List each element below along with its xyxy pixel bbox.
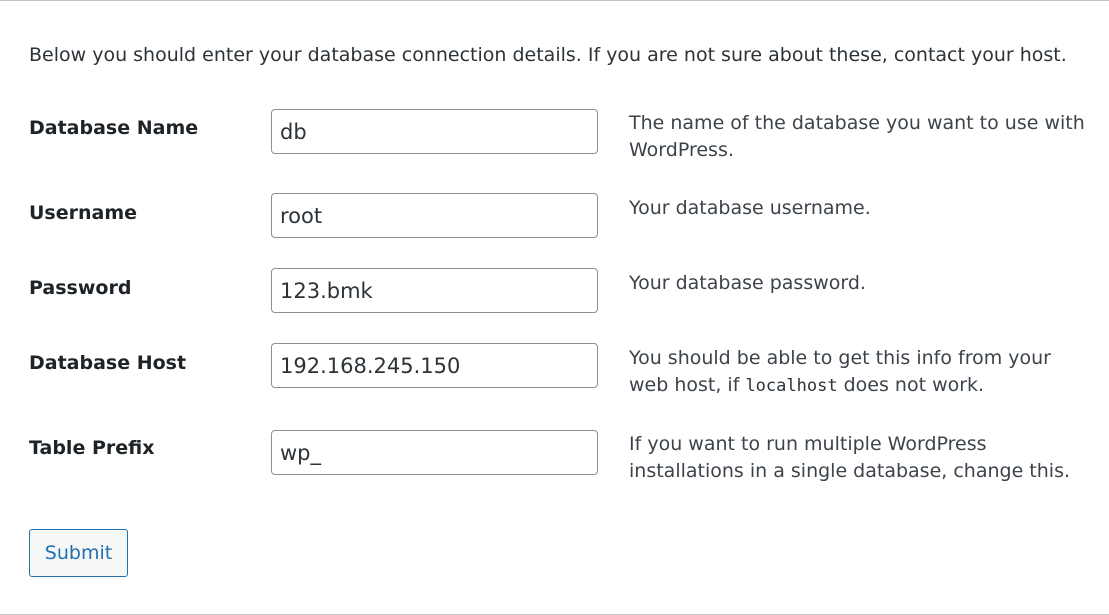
database-host-input[interactable]	[271, 343, 598, 388]
username-input[interactable]	[271, 193, 598, 238]
password-input[interactable]	[271, 268, 598, 313]
table-prefix-description: If you want to run multiple WordPress in…	[629, 433, 1071, 482]
username-description: Your database username.	[629, 197, 871, 219]
database-host-description: You should be able to get this info from…	[629, 345, 1089, 400]
database-name-description: The name of the database you want to use…	[629, 112, 1085, 161]
intro-text: Below you should enter your database con…	[29, 44, 1067, 66]
table-prefix-label: Table Prefix	[29, 437, 155, 459]
setup-config-form: Below you should enter your database con…	[0, 0, 1109, 615]
database-host-label: Database Host	[29, 352, 187, 374]
database-name-label: Database Name	[29, 117, 199, 139]
localhost-code: localhost	[745, 376, 838, 396]
username-label: Username	[29, 202, 138, 224]
table-prefix-input[interactable]	[271, 430, 598, 475]
database-name-input[interactable]	[271, 109, 598, 154]
submit-button[interactable]: Submit	[29, 529, 128, 577]
password-label: Password	[29, 277, 132, 299]
password-description: Your database password.	[629, 272, 866, 294]
database-host-description-after: does not work.	[837, 374, 985, 396]
